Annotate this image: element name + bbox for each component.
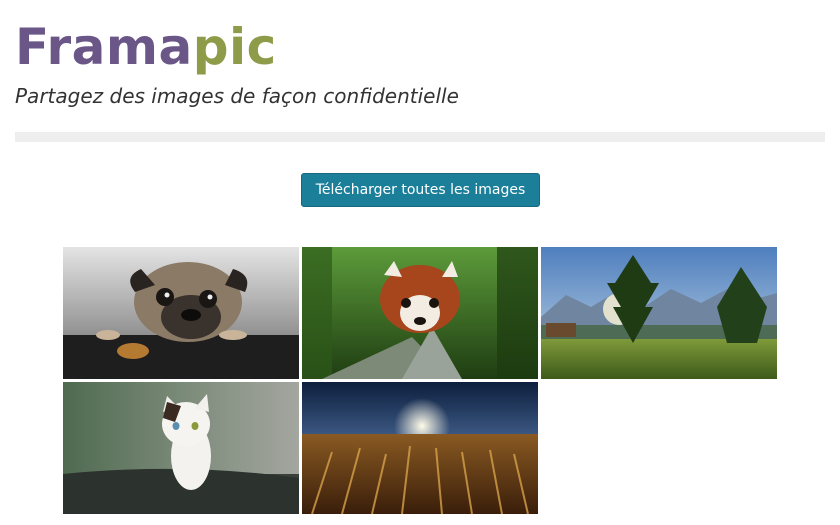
site-logo[interactable]: Framapic: [15, 16, 277, 78]
gallery-image-tree-landscape[interactable]: [541, 247, 777, 379]
download-all-button[interactable]: Télécharger toutes les images: [301, 173, 540, 207]
logo-text-frama: Frama: [15, 18, 193, 76]
gallery-image-kitten[interactable]: [63, 382, 299, 514]
gallery-image-pug[interactable]: [63, 247, 299, 379]
tagline: Partagez des images de façon confidentie…: [15, 84, 459, 108]
gallery-image-red-panda[interactable]: [302, 247, 538, 379]
logo-text-pic: pic: [192, 18, 277, 76]
gallery-image-field-sunset[interactable]: [302, 382, 538, 514]
header-divider: [15, 132, 825, 142]
